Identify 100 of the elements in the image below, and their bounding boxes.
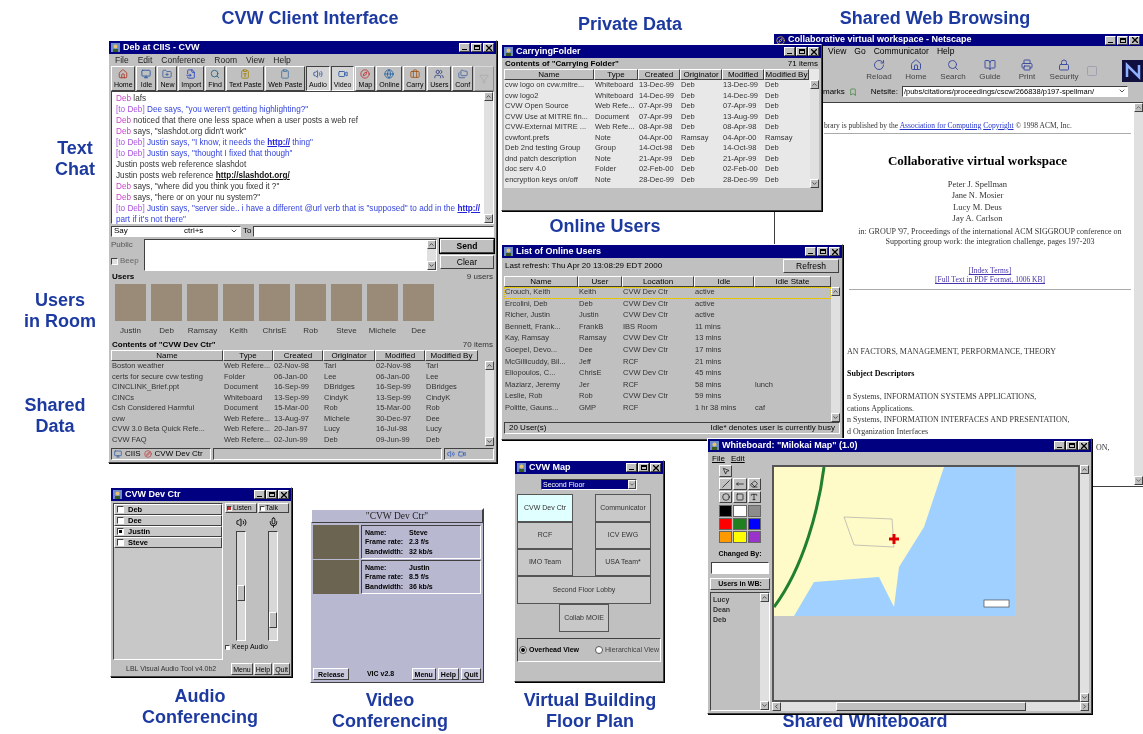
- menu-item[interactable]: View: [246, 53, 265, 67]
- close-button[interactable]: [829, 247, 840, 256]
- column-header[interactable]: Type: [223, 350, 273, 361]
- scrollbar[interactable]: [1080, 465, 1089, 702]
- toolbar-button[interactable]: Print: [1012, 59, 1042, 83]
- tool-button[interactable]: [747, 478, 761, 490]
- close-button[interactable]: [1129, 35, 1140, 45]
- column-header[interactable]: Idle: [694, 276, 754, 287]
- speaker-icon[interactable]: [235, 516, 247, 528]
- column-header[interactable]: User: [578, 276, 622, 287]
- column-header[interactable]: Name: [111, 350, 223, 361]
- minimize-button[interactable]: [626, 463, 637, 472]
- minimize-button[interactable]: [459, 43, 470, 52]
- column-header[interactable]: Created: [273, 350, 323, 361]
- column-header[interactable]: Modified By: [425, 350, 478, 361]
- say-dropdown[interactable]: Say ctrl+s: [111, 225, 241, 237]
- minimize-button[interactable]: [254, 490, 265, 499]
- clear-button[interactable]: Clear: [440, 255, 494, 269]
- column-header[interactable]: Originator: [680, 69, 722, 80]
- scrollbar[interactable]: [485, 361, 494, 446]
- checkbox[interactable]: [117, 539, 124, 546]
- chat-link[interactable]: http://slashdot.org/: [215, 171, 290, 180]
- color-swatch[interactable]: [747, 518, 761, 530]
- column-header[interactable]: Modified By: [764, 69, 809, 80]
- menu-item[interactable]: Go: [854, 45, 866, 58]
- toolbar-button[interactable]: Home: [901, 59, 931, 83]
- column-header[interactable]: Type: [594, 69, 638, 80]
- minimize-button[interactable]: [1054, 441, 1065, 450]
- scrollbar[interactable]: [772, 702, 1089, 711]
- menu-item[interactable]: Conference: [161, 53, 206, 67]
- scrollbar[interactable]: [831, 287, 840, 422]
- column-header[interactable]: Modified: [722, 69, 764, 80]
- column-header[interactable]: Idle State: [754, 276, 831, 287]
- close-button[interactable]: [1078, 441, 1089, 450]
- minimize-button[interactable]: [805, 247, 816, 256]
- column-header[interactable]: Name: [504, 276, 578, 287]
- menu-item[interactable]: Help: [936, 45, 955, 58]
- tool-button[interactable]: [733, 491, 747, 503]
- close-button[interactable]: [650, 463, 661, 472]
- menu-item[interactable]: Edit: [137, 53, 153, 67]
- menu-item[interactable]: File: [115, 53, 129, 67]
- bookmarks-label[interactable]: marks: [823, 85, 845, 98]
- close-button[interactable]: [808, 47, 819, 56]
- color-swatch[interactable]: [733, 518, 747, 530]
- toolbar-button[interactable]: Search: [938, 59, 968, 83]
- checkbox[interactable]: [117, 506, 124, 513]
- maximize-button[interactable]: [817, 247, 828, 256]
- changed-by-field[interactable]: [711, 561, 769, 574]
- checkbox[interactable]: [117, 517, 124, 524]
- color-swatch[interactable]: [719, 505, 733, 517]
- minimize-button[interactable]: [1105, 35, 1116, 45]
- slider-thumb[interactable]: [237, 585, 245, 602]
- maximize-button[interactable]: [266, 490, 277, 499]
- scrollbar[interactable]: [484, 92, 493, 223]
- tool-button[interactable]: [733, 478, 747, 490]
- whiteboard-canvas[interactable]: [772, 465, 1080, 702]
- maximize-button[interactable]: [638, 463, 649, 472]
- refresh-button[interactable]: Refresh: [783, 259, 839, 273]
- send-button[interactable]: Send: [440, 239, 494, 253]
- checkbox[interactable]: [117, 528, 124, 535]
- column-header[interactable]: Name: [504, 69, 594, 80]
- scrollbar[interactable]: [810, 80, 819, 188]
- scrollbar[interactable]: [760, 593, 769, 710]
- scrollbar[interactable]: [1134, 103, 1143, 485]
- toolbar-button[interactable]: Guide: [975, 59, 1005, 83]
- tool-button[interactable]: [747, 491, 761, 503]
- color-swatch[interactable]: [747, 531, 761, 543]
- tool-button[interactable]: [719, 478, 733, 490]
- color-swatch[interactable]: [747, 505, 761, 517]
- maximize-button[interactable]: [796, 47, 807, 56]
- to-field[interactable]: [253, 225, 494, 237]
- tool-button[interactable]: [719, 491, 733, 503]
- color-swatch[interactable]: [719, 518, 733, 530]
- maximize-button[interactable]: [471, 43, 482, 52]
- chat-link[interactable]: http://: [267, 138, 291, 147]
- video-camera-icon[interactable]: [458, 450, 466, 458]
- menu-item[interactable]: File: [712, 452, 725, 465]
- color-swatch[interactable]: [719, 531, 733, 543]
- chat-link[interactable]: http://: [457, 204, 481, 213]
- maximize-button[interactable]: [1066, 441, 1077, 450]
- column-header[interactable]: Location: [622, 276, 694, 287]
- menu-item[interactable]: Edit: [730, 452, 745, 465]
- close-button[interactable]: [278, 490, 289, 499]
- minimize-button[interactable]: [784, 47, 795, 56]
- microphone-icon[interactable]: [267, 516, 279, 528]
- column-header[interactable]: Modified: [375, 350, 425, 361]
- menu-item[interactable]: Communicator: [873, 45, 929, 58]
- color-swatch[interactable]: [733, 531, 747, 543]
- color-swatch[interactable]: [733, 505, 747, 517]
- menu-item[interactable]: Room: [214, 53, 237, 67]
- close-button[interactable]: [483, 43, 494, 52]
- column-header[interactable]: Originator: [323, 350, 375, 361]
- tool-button[interactable]: [719, 465, 733, 477]
- menu-item[interactable]: View: [828, 45, 847, 58]
- slider-thumb[interactable]: [269, 612, 277, 629]
- column-header[interactable]: Created: [638, 69, 680, 80]
- toolbar-button[interactable]: Reload: [864, 59, 894, 83]
- menu-item[interactable]: Help: [273, 53, 291, 67]
- toolbar-button[interactable]: Security: [1049, 59, 1079, 83]
- maximize-button[interactable]: [1117, 35, 1128, 45]
